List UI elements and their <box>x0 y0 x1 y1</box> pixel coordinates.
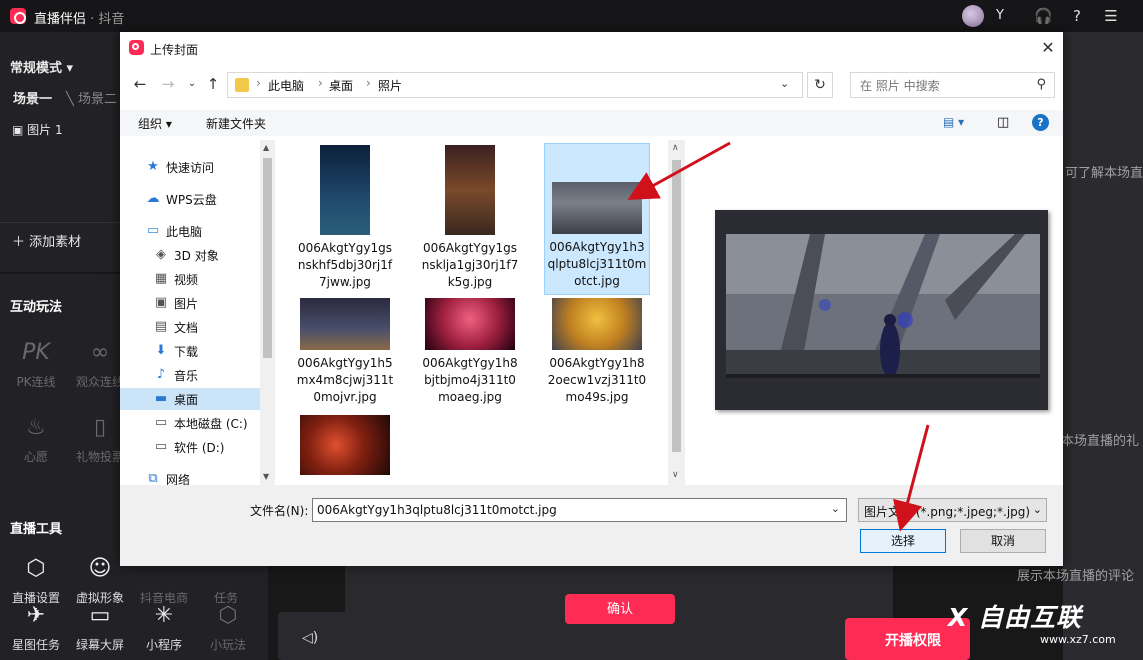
watermark-site: www.xz7.com <box>1040 633 1116 646</box>
annotation-arrows <box>627 141 930 532</box>
arrow-to-file <box>627 141 731 200</box>
watermark-logo: X 自由互联 <box>948 603 1082 632</box>
arrow-to-select <box>893 424 930 532</box>
